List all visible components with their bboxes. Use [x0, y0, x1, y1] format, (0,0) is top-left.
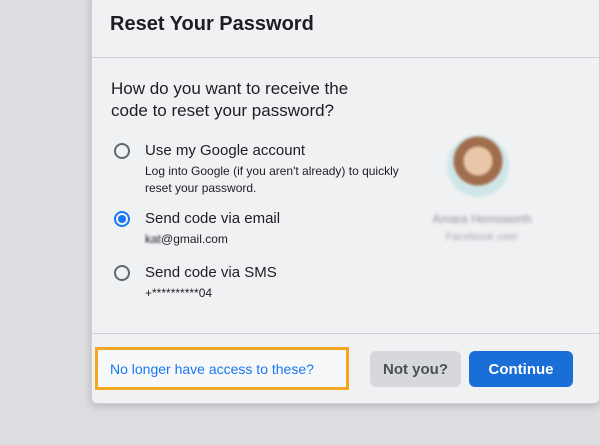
- radio-email[interactable]: [114, 211, 130, 227]
- header-divider: [92, 57, 599, 58]
- profile-avatar: [447, 135, 509, 197]
- no-access-link[interactable]: No longer have access to these?: [110, 361, 314, 377]
- profile-name: Amara Hemsworth: [432, 212, 532, 226]
- radio-sms[interactable]: [114, 265, 130, 281]
- radio-google[interactable]: [114, 143, 130, 159]
- option-email-label: Send code via email: [145, 210, 281, 227]
- reset-question: How do you want to receive the code to r…: [111, 79, 349, 120]
- footer-divider: [92, 333, 599, 334]
- no-access-highlight: No longer have access to these?: [95, 347, 349, 390]
- option-sms-label: Send code via SMS: [145, 264, 277, 281]
- profile-subtitle: Facebook user: [445, 231, 519, 243]
- dialog-title: Reset Your Password: [110, 13, 314, 35]
- option-google-description: Log into Google (if you aren't already) …: [145, 164, 399, 195]
- option-email-description: kat@gmail.com: [145, 231, 405, 248]
- not-you-button[interactable]: Not you?: [370, 351, 461, 387]
- reset-password-dialog: Reset Your Password How do you want to r…: [91, 0, 600, 404]
- email-blurred: kat: [145, 232, 162, 246]
- email-domain: @gmail.com: [161, 232, 228, 246]
- option-sms-description: +**********04: [145, 286, 213, 300]
- continue-button[interactable]: Continue: [469, 351, 573, 387]
- option-google-label: Use my Google account: [145, 142, 306, 159]
